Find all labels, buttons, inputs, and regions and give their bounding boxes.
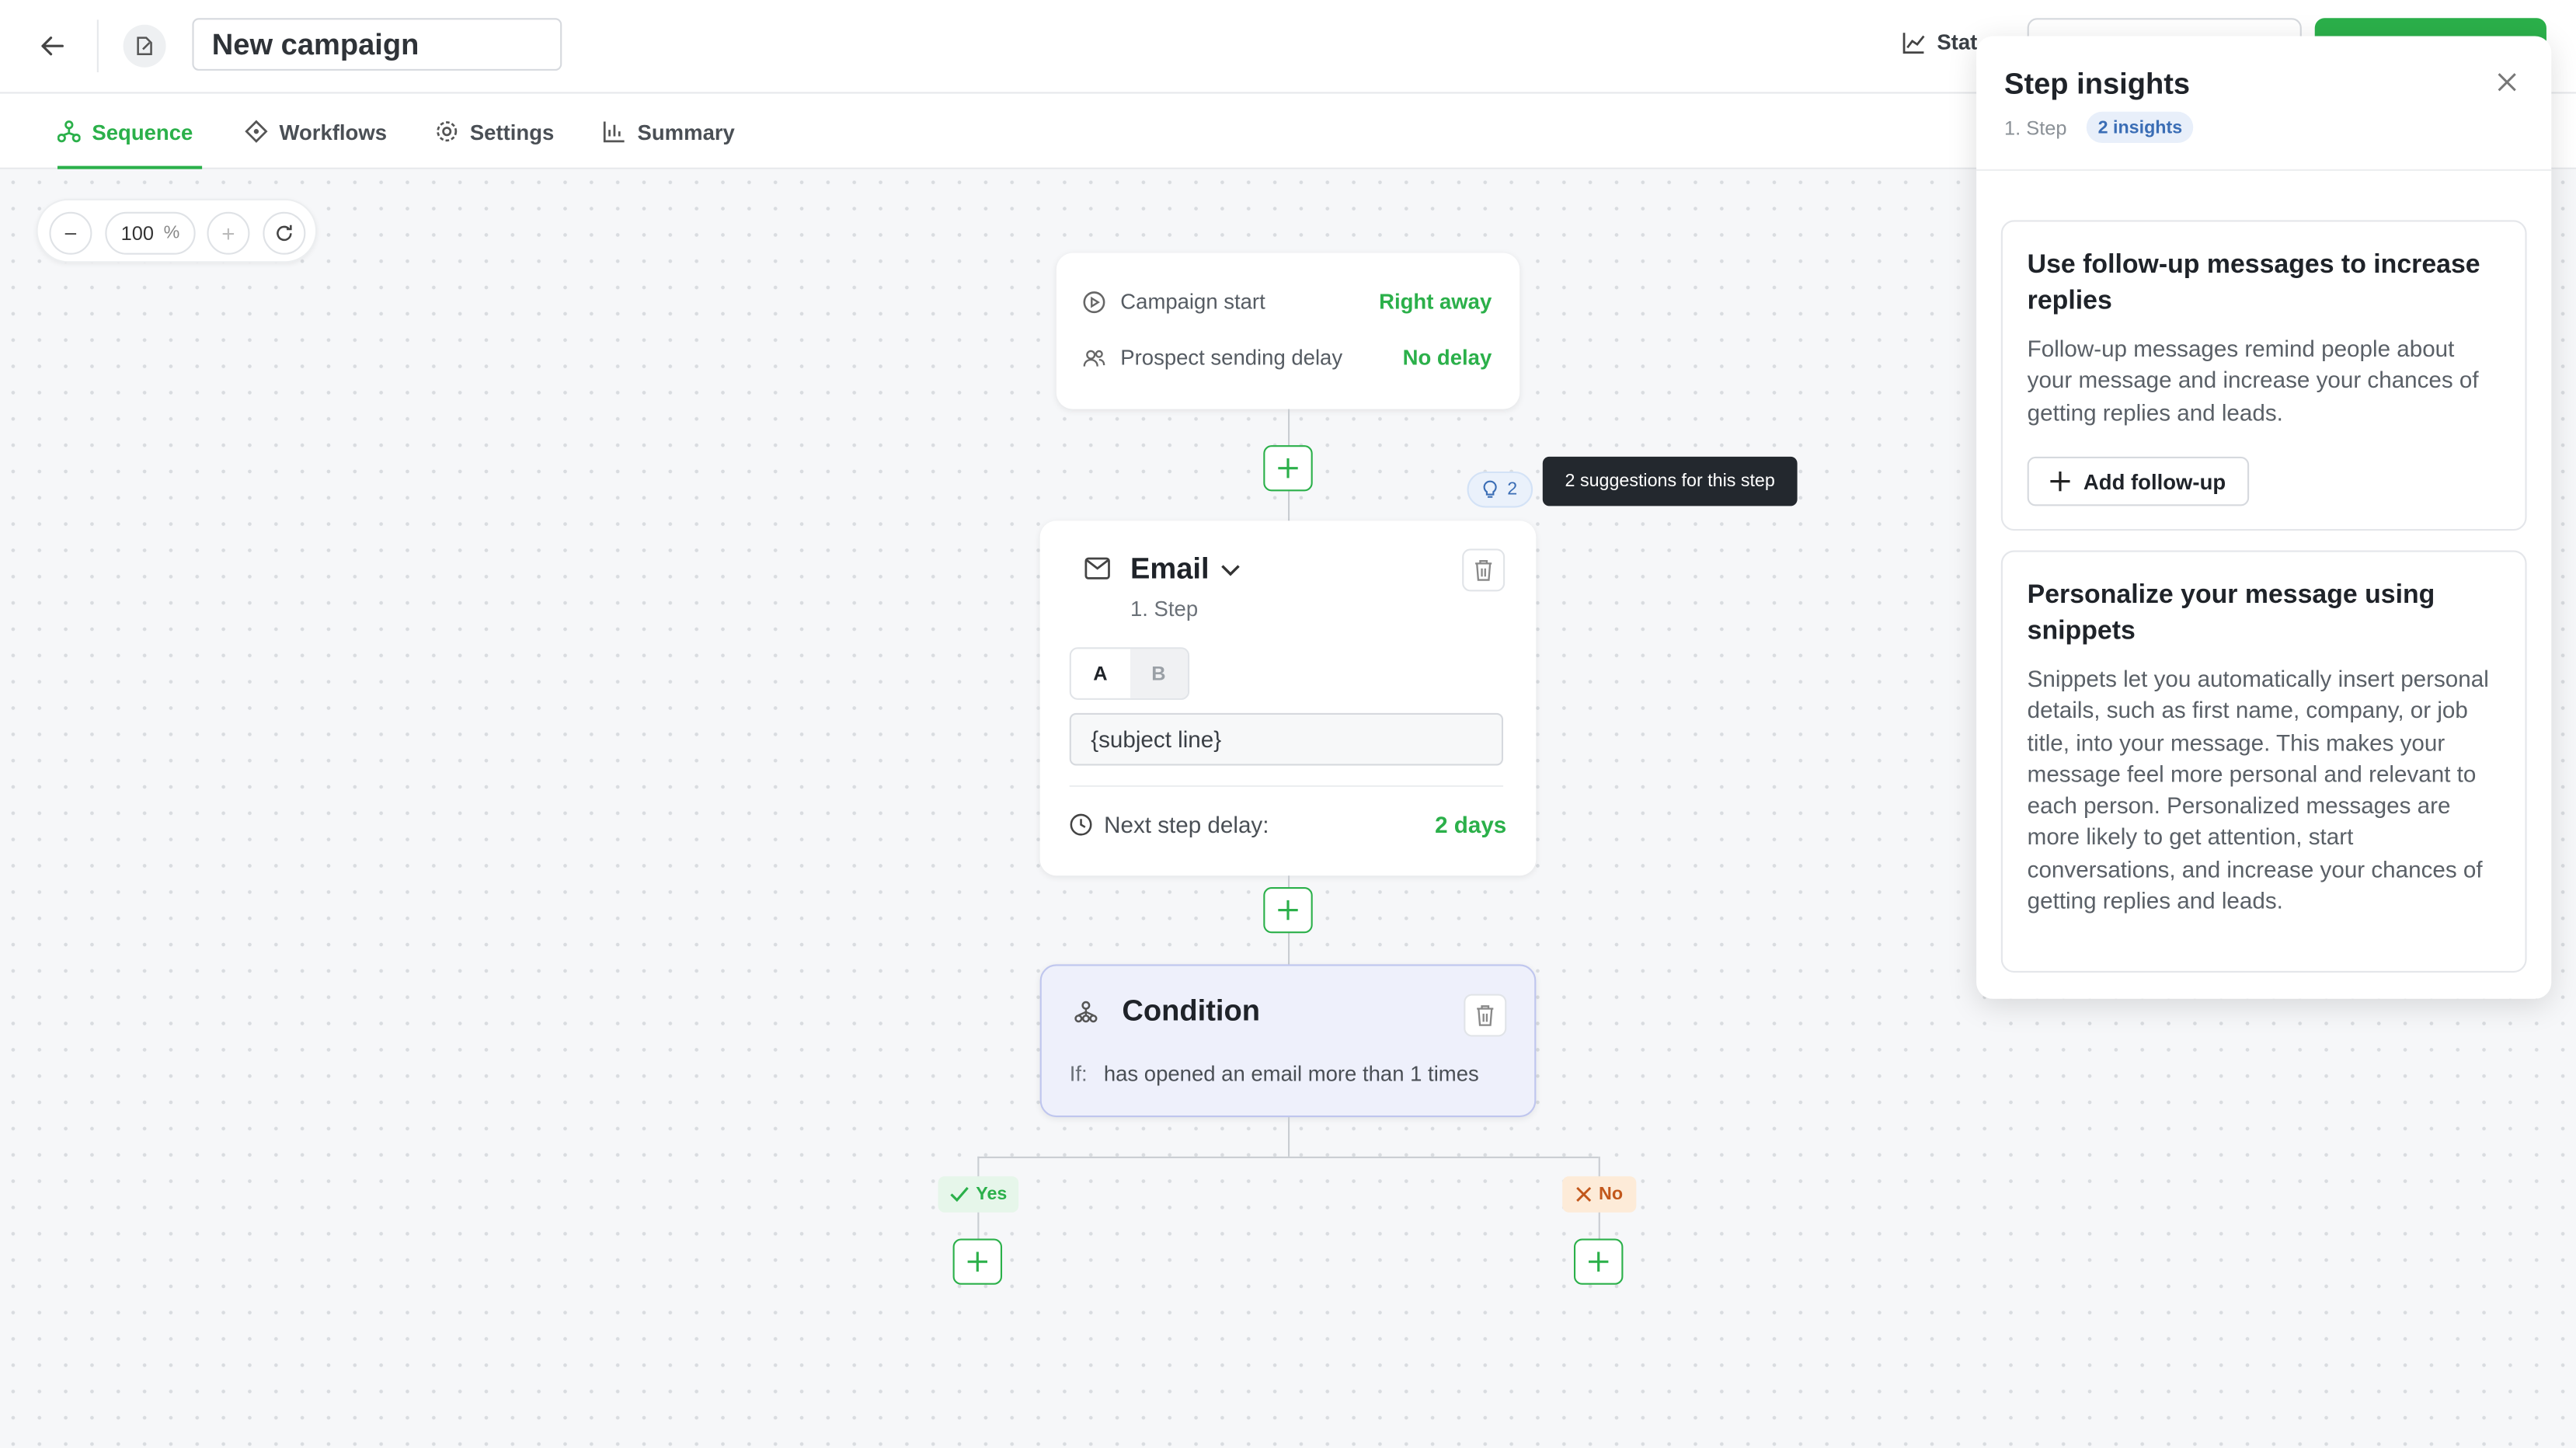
campaign-edit-icon xyxy=(123,24,166,68)
tab-summary[interactable]: Summary xyxy=(603,94,735,169)
campaign-start-value: Right away xyxy=(1379,289,1492,314)
no-label: No xyxy=(1599,1184,1624,1205)
next-step-delay-row: Next step delay: xyxy=(1070,812,1269,838)
yes-branch-tag: Yes xyxy=(938,1176,1019,1213)
stats-chart-icon xyxy=(1902,32,1925,53)
suggestions-badge[interactable]: 2 xyxy=(1467,471,1533,508)
no-branch-tag: No xyxy=(1562,1176,1637,1213)
zoom-unit: % xyxy=(163,223,180,243)
yes-label: Yes xyxy=(976,1184,1008,1205)
divider xyxy=(1976,169,2552,171)
stats-label: Stat xyxy=(1937,30,1978,54)
insight-title: Use follow-up messages to increase repli… xyxy=(2027,251,2480,316)
ab-variant-tabs: A B xyxy=(1069,647,1190,700)
email-step-subtitle: 1. Step xyxy=(1130,596,1199,621)
plus-icon xyxy=(1278,458,1298,479)
people-icon xyxy=(1083,349,1105,366)
tab-summary-label: Summary xyxy=(637,119,735,144)
email-step-card[interactable]: Email 1. Step A B {subject line} Next st… xyxy=(1039,520,1537,876)
trash-icon xyxy=(1477,1005,1494,1026)
play-circle-icon xyxy=(1083,291,1105,313)
x-icon xyxy=(1576,1186,1592,1202)
branch-line xyxy=(977,1156,1599,1158)
clock-icon xyxy=(1070,813,1092,836)
variant-b-tab[interactable]: B xyxy=(1129,649,1189,698)
panel-step-label: 1. Step xyxy=(2004,117,2067,140)
plus-icon xyxy=(967,1251,987,1272)
insight-body: Follow-up messages remind people about y… xyxy=(2027,335,2479,425)
next-delay-label: Next step delay: xyxy=(1104,811,1269,838)
panel-title: Step insights xyxy=(2004,67,2191,101)
insight-body: Snippets let you automatically insert pe… xyxy=(2027,665,2489,914)
close-icon xyxy=(2498,73,2516,92)
zoom-out-button[interactable]: − xyxy=(49,211,92,255)
insight-card-followup: Use follow-up messages to increase repli… xyxy=(2000,220,2527,531)
condition-title: Condition xyxy=(1122,994,1261,1027)
tab-sequence-label: Sequence xyxy=(92,119,193,144)
divider xyxy=(96,19,99,73)
insight-card-snippets: Personalize your message using snippets … xyxy=(2000,550,2527,973)
campaign-title-input[interactable] xyxy=(192,18,562,71)
workflows-icon xyxy=(245,120,268,143)
close-panel-button[interactable] xyxy=(2492,68,2522,97)
condition-if-text: has opened an email more than 1 times xyxy=(1103,1061,1479,1086)
condition-rule: If: has opened an email more than 1 time… xyxy=(1070,1061,1479,1086)
campaign-start-row: Campaign start xyxy=(1083,289,1265,314)
tab-settings[interactable]: Settings xyxy=(435,94,554,169)
add-step-button[interactable] xyxy=(1263,445,1313,492)
connector-line xyxy=(1288,1117,1290,1157)
add-step-button[interactable] xyxy=(1263,886,1313,934)
suggestions-tooltip: 2 suggestions for this step xyxy=(1542,456,1798,506)
campaign-start-label: Campaign start xyxy=(1120,289,1265,314)
insight-title: Personalize your message using snippets xyxy=(2027,581,2435,646)
delete-condition-step-button[interactable] xyxy=(1464,994,1507,1037)
variant-a-tab[interactable]: A xyxy=(1070,649,1130,698)
check-icon xyxy=(950,1186,969,1203)
sending-delay-label: Prospect sending delay xyxy=(1120,345,1343,370)
suggestions-count: 2 xyxy=(1507,479,1518,499)
summary-chart-icon xyxy=(603,121,625,143)
sending-delay-value: No delay xyxy=(1402,345,1492,370)
condition-step-card[interactable]: Condition If: has opened an email more t… xyxy=(1039,964,1537,1118)
step-type-dropdown[interactable]: Email xyxy=(1130,552,1241,587)
branch-icon xyxy=(1074,1001,1098,1023)
trash-icon xyxy=(1475,560,1492,581)
tab-sequence[interactable]: Sequence xyxy=(57,94,203,169)
refresh-icon xyxy=(277,225,292,242)
plus-icon xyxy=(2050,471,2071,492)
back-arrow-icon[interactable] xyxy=(33,26,72,66)
step-insights-panel: Step insights 1. Step 2 insights Use fol… xyxy=(1976,36,2552,999)
email-icon xyxy=(1084,557,1110,580)
delete-email-step-button[interactable] xyxy=(1462,548,1506,592)
plus-icon xyxy=(1589,1251,1609,1272)
reset-zoom-button[interactable] xyxy=(263,211,306,255)
plus-icon xyxy=(1278,900,1298,921)
email-step-title: Email xyxy=(1130,552,1210,585)
add-follow-up-label: Add follow-up xyxy=(2083,468,2226,494)
condition-if-label: If: xyxy=(1069,1061,1088,1086)
divider xyxy=(1069,785,1504,787)
add-follow-up-button[interactable]: Add follow-up xyxy=(2027,456,2250,506)
subject-line-field[interactable]: {subject line} xyxy=(1069,712,1504,766)
next-delay-value[interactable]: 2 days xyxy=(1435,812,1506,838)
sending-delay-row: Prospect sending delay xyxy=(1083,345,1342,370)
zoom-value: 100 xyxy=(120,221,154,245)
zoom-in-button[interactable]: + xyxy=(207,211,250,255)
insights-count-badge: 2 insights xyxy=(2086,111,2194,143)
chevron-down-icon xyxy=(1221,564,1240,576)
add-no-step-button[interactable] xyxy=(1573,1238,1624,1285)
tab-workflows-label: Workflows xyxy=(279,119,388,144)
lightbulb-icon xyxy=(1484,480,1498,498)
zoom-control: − 100 % + xyxy=(36,198,318,263)
tab-workflows[interactable]: Workflows xyxy=(245,94,387,169)
settings-icon xyxy=(437,121,458,142)
tab-settings-label: Settings xyxy=(469,119,555,144)
add-yes-step-button[interactable] xyxy=(952,1238,1003,1285)
zoom-level-field[interactable]: 100 % xyxy=(105,211,196,255)
stats-link[interactable]: Stat xyxy=(1902,30,1977,54)
sequence-icon xyxy=(57,120,81,143)
campaign-start-card[interactable]: Campaign start Right away Prospect sendi… xyxy=(1056,252,1520,409)
